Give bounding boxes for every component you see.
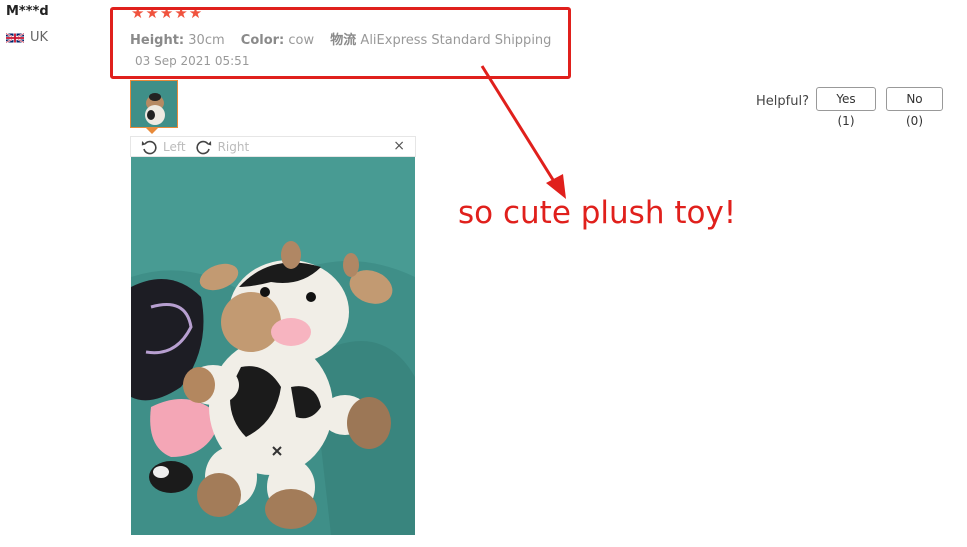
annotation-text: so cute plush toy! [458,195,737,231]
annotation-highlight-box [110,7,571,79]
rotate-left-label: Left [163,139,186,154]
thumbnail-image [131,81,177,127]
plush-cow-photo [131,157,415,535]
reviewer-country: UK [6,30,48,45]
helpful-no-button[interactable]: No (0) [886,87,943,128]
rotate-right-label: Right [217,139,250,154]
reviewer-country-label: UK [30,30,49,45]
review-photo [131,157,415,535]
close-viewer-button[interactable]: × [393,138,405,154]
thumbnail-pointer [146,128,158,134]
rotate-left-button[interactable]: Left [141,139,186,155]
reviewer-name: M***d [6,4,49,19]
rotate-right-icon [196,140,211,154]
rotate-right-button[interactable]: Right [196,139,250,155]
review-photo-thumbnail[interactable] [130,80,178,128]
helpful-yes-button[interactable]: Yes (1) [816,87,876,128]
rotate-left-icon [141,140,157,154]
helpful-label: Helpful? [756,94,809,109]
uk-flag-icon [6,32,24,43]
photo-viewer-toolbar: Left Right × [130,136,416,157]
